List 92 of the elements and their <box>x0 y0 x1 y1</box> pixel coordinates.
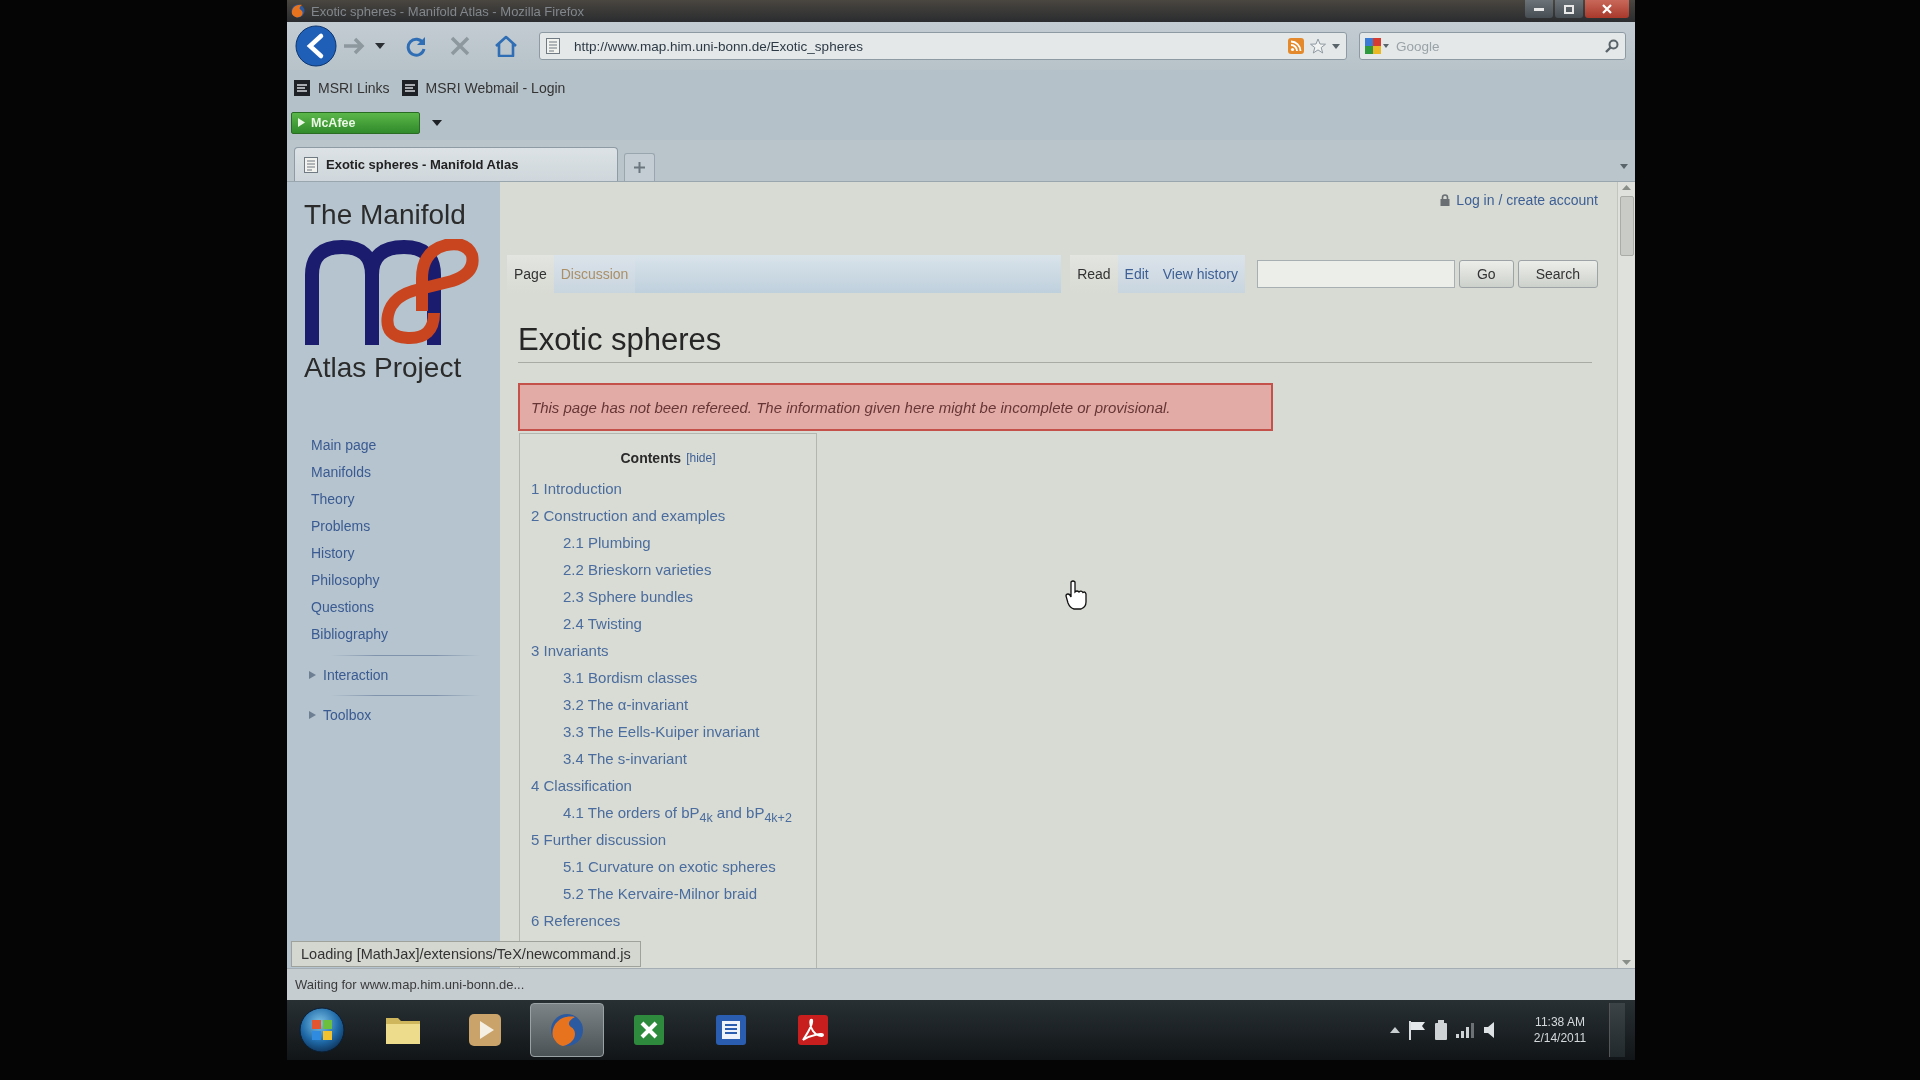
browser-tab[interactable]: Exotic spheres - Manifold Atlas <box>294 147 618 181</box>
feed-icon <box>1288 38 1304 54</box>
toc-link[interactable]: 2.4 Twisting <box>563 610 642 637</box>
battery-icon[interactable] <box>1434 1020 1448 1040</box>
cross-icon <box>450 36 470 56</box>
flag-icon[interactable] <box>1408 1020 1426 1040</box>
caret-icon <box>1332 43 1340 49</box>
maximize-button[interactable] <box>1555 0 1583 18</box>
search-field[interactable] <box>1256 260 1455 288</box>
page-tab[interactable]: Discussion <box>553 255 636 293</box>
search-field[interactable]: Google <box>1359 32 1626 60</box>
triangle-up-icon[interactable] <box>1390 1027 1400 1033</box>
sidebar-link[interactable]: Main page <box>311 432 377 459</box>
media-player-icon <box>469 1014 501 1046</box>
reload-icon <box>405 35 427 57</box>
browser-icon <box>291 4 305 18</box>
sidebar-link[interactable]: Problems <box>311 513 371 540</box>
signal-icon[interactable] <box>1456 1022 1476 1038</box>
logo-subtitle: Atlas Project <box>304 351 462 385</box>
spreadsheet-icon <box>634 1015 664 1045</box>
sidebar-link[interactable]: Philosophy <box>311 567 380 594</box>
house-icon <box>494 35 518 57</box>
right-arrow-icon <box>342 35 366 57</box>
close-icon <box>1602 4 1612 14</box>
toc-link[interactable]: 2.2 Brieskorn varieties <box>563 556 712 583</box>
minimize-button[interactable] <box>1525 0 1553 18</box>
toc-link[interactable]: 4 Classification <box>531 772 632 799</box>
toc-link[interactable]: 3.4 The s-invariant <box>563 745 687 772</box>
new-tab-button[interactable] <box>624 153 655 181</box>
star-icon <box>1310 38 1326 54</box>
status-text: Waiting for www.map.him.uni-bonn.de... <box>295 977 525 992</box>
login-link[interactable]: Log in / create account <box>1456 192 1598 208</box>
sidebar-link[interactable]: Theory <box>311 486 355 513</box>
browser-icon <box>550 1013 584 1047</box>
sidebar-link[interactable]: Bibliography <box>311 621 389 648</box>
security-toolbar-button[interactable]: McAfee <box>291 111 420 134</box>
document-icon <box>716 1015 746 1045</box>
folder-icon <box>385 1015 421 1045</box>
page-title: Exotic spheres <box>518 322 1592 363</box>
plus-icon <box>634 162 645 173</box>
contents-title: Contents <box>620 450 682 466</box>
toc-link[interactable]: 3.2 The α-invariant <box>563 691 689 718</box>
search-icon[interactable] <box>1605 39 1619 53</box>
toc-link[interactable]: 2.3 Sphere bundles <box>563 583 694 610</box>
loading-message: Loading [MathJax]/extensions/TeX/newcommand.js <box>291 941 641 967</box>
toc-link[interactable]: 1 Introduction <box>531 475 622 502</box>
toc-link[interactable]: 2.1 Plumbing <box>563 529 651 556</box>
page-icon <box>304 156 318 173</box>
sidebar-section-toggle[interactable]: Interaction <box>309 661 389 688</box>
caret-icon <box>432 119 442 126</box>
bookmark-link[interactable]: MSRI Links <box>294 79 390 96</box>
hand-cursor-icon <box>1065 580 1087 610</box>
sidebar-link[interactable]: Questions <box>311 594 375 621</box>
search-button[interactable]: Search <box>1517 260 1598 288</box>
toc-link[interactable]: 5.1 Curvature on exotic spheres <box>563 853 776 880</box>
view-tab[interactable]: View history <box>1155 255 1245 293</box>
triangle-up-icon <box>1622 185 1631 190</box>
sidebar-link[interactable]: History <box>311 540 355 567</box>
caret-icon <box>1620 163 1628 169</box>
close-button[interactable] <box>1585 0 1629 18</box>
toc-link[interactable]: 3 Invariants <box>531 637 609 664</box>
bookmark-link[interactable]: MSRI Webmail - Login <box>401 79 566 96</box>
site-icon <box>401 79 418 96</box>
search-button[interactable]: Go <box>1458 260 1514 288</box>
vertical-scrollbar[interactable] <box>1617 182 1635 968</box>
orb-icon <box>299 1007 345 1053</box>
site-icon <box>294 79 310 96</box>
caret-icon <box>375 43 385 49</box>
hide-link[interactable]: [hide] <box>686 451 716 465</box>
minimize-icon <box>1534 7 1544 11</box>
lock-icon <box>1440 194 1451 206</box>
toc-link[interactable]: 2 Construction and examples <box>531 502 726 529</box>
triangle-down-icon <box>1622 960 1631 965</box>
back-button[interactable] <box>294 24 338 68</box>
page-icon <box>546 38 560 54</box>
sidebar-link[interactable]: Manifolds <box>311 459 371 486</box>
address-field[interactable]: http://www.map.him.uni-bonn.de/Exotic_spheres <box>539 32 1347 60</box>
toc-link[interactable]: 6 References <box>531 907 621 934</box>
scrollbar-thumb[interactable] <box>1619 196 1634 256</box>
view-tab[interactable]: Edit <box>1117 255 1156 293</box>
play-icon <box>298 118 305 127</box>
toc-link[interactable]: 3.1 Bordism classes <box>563 664 698 691</box>
sidebar-section-toggle[interactable]: Toolbox <box>309 701 372 728</box>
notice-text: This page has not been refereed. The information given here might be incomplete or provisional. <box>531 398 1171 416</box>
maximize-icon <box>1564 4 1574 14</box>
logo-title: The Manifold <box>304 198 466 232</box>
clock[interactable]: 11:38 AM 2/14/2011 <box>1526 1014 1594 1046</box>
pdf-icon <box>798 1015 828 1045</box>
window-title: Exotic spheres - Manifold Atlas - Mozilla Firefox <box>311 3 585 19</box>
toc-link[interactable]: 5.2 The Kervaire-Milnor braid <box>563 880 757 907</box>
search-engine-icon[interactable] <box>1365 38 1389 54</box>
toc-link[interactable]: 3.3 The Eells-Kuiper invariant <box>563 718 760 745</box>
